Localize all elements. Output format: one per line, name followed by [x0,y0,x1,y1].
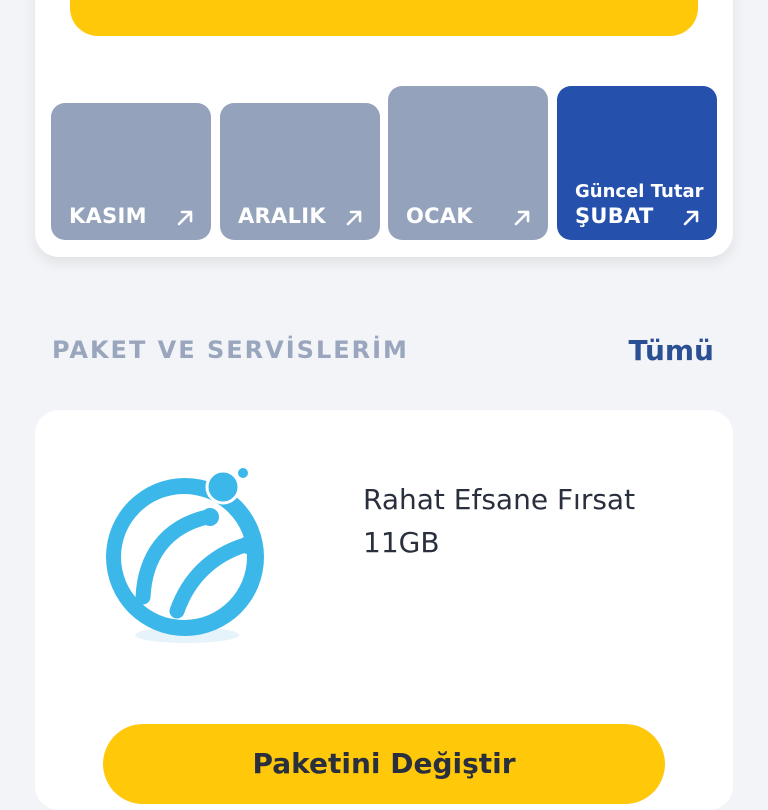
arrow-up-right-icon [683,210,699,226]
month-tile-subat[interactable]: Güncel Tutar ŞUBAT [557,86,717,240]
package-name-line1: Rahat Efsane Fırsat [363,483,636,516]
month-label: ARALIK [238,204,326,228]
arrow-up-right-icon [177,210,193,226]
package-name: Rahat Efsane Fırsat 11GB [363,478,703,564]
month-tile-kasim[interactable]: KASIM [51,103,211,240]
package-name-line2: 11GB [363,526,440,559]
turkcell-logo-icon [105,465,305,665]
month-tile-aralik[interactable]: ARALIK [220,103,380,240]
month-tile-ocak[interactable]: OCAK [388,86,548,240]
arrow-up-right-icon [346,210,362,226]
section-title: PAKET VE SERVİSLERİM [52,336,409,364]
month-label: KASIM [69,204,147,228]
month-label: OCAK [406,204,473,228]
top-action-button[interactable] [70,0,698,36]
month-label: ŞUBAT [575,204,654,228]
current-amount-label: Güncel Tutar [575,181,704,202]
see-all-link[interactable]: Tümü [629,334,714,367]
arrow-up-right-icon [514,210,530,226]
change-package-button[interactable]: Paketini Değiştir [103,724,665,804]
package-card[interactable]: Rahat Efsane Fırsat 11GB Paketini Değişt… [35,410,733,810]
